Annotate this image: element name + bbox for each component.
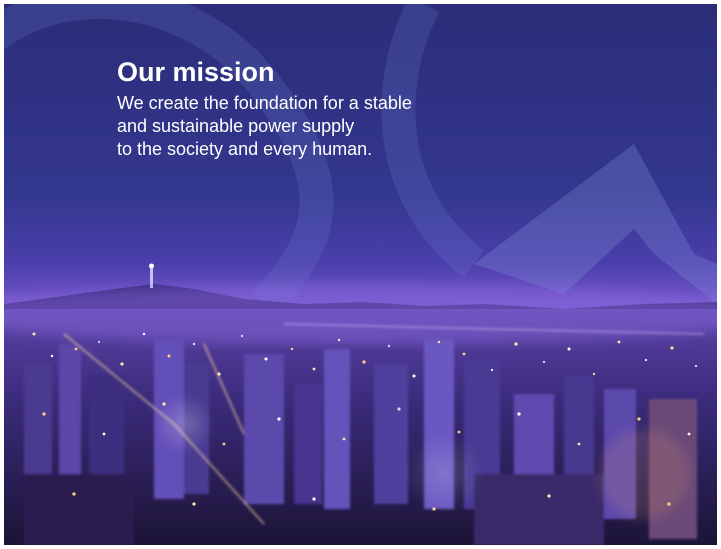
tower-icon [150,266,153,288]
mission-title: Our mission [117,57,275,87]
mission-text-block: Our mission We create the foundation for… [117,56,537,161]
mission-line-2: and sustainable power supply [117,116,355,136]
mission-line-3: to the society and every human. [117,139,373,159]
mission-line-1: We create the foundation for a stable [117,93,412,113]
mission-banner: Our mission We create the foundation for… [4,4,717,545]
